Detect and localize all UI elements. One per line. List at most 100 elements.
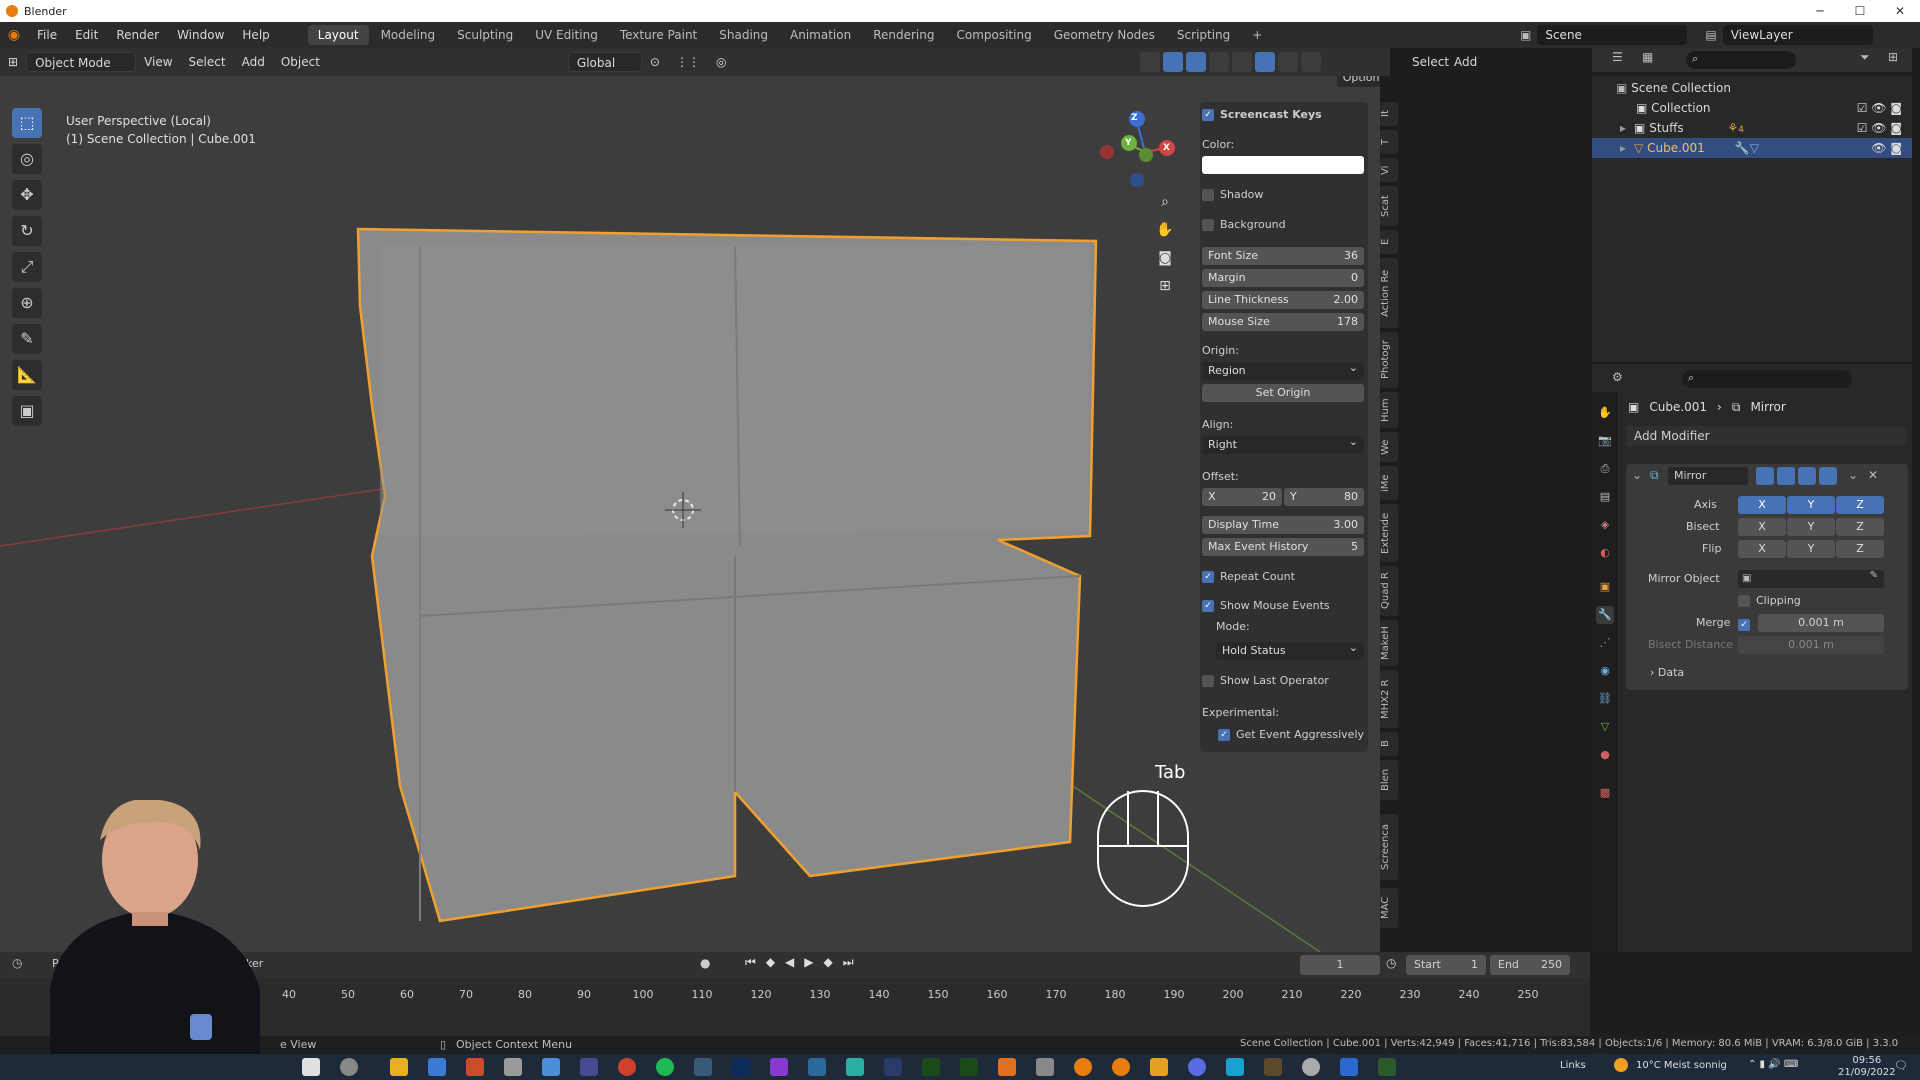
cortana-icon[interactable] — [340, 1058, 358, 1076]
material-shading-icon[interactable] — [1278, 52, 1298, 72]
gizmo-z-label[interactable]: Z — [1131, 113, 1138, 123]
menu-file[interactable]: File — [28, 22, 66, 48]
app-icon-2[interactable] — [504, 1058, 522, 1076]
options-button[interactable]: Options — [1337, 76, 1380, 87]
mode-selector[interactable]: Object Mode — [26, 52, 137, 72]
modifier-name-field[interactable]: Mirror — [1668, 467, 1748, 485]
tab-scripting[interactable]: Scripting — [1167, 25, 1240, 45]
clipping-checkbox[interactable] — [1738, 595, 1750, 607]
discord-icon[interactable] — [1188, 1058, 1206, 1076]
collapse-chevron-icon[interactable]: ⌄ — [1632, 468, 1642, 482]
tab-sculpting[interactable]: Sculpting — [447, 25, 523, 45]
scale-tool-icon[interactable]: ⤢ — [12, 252, 42, 282]
font-size-field[interactable]: Font Size 36 — [1202, 247, 1364, 265]
set-origin-button[interactable]: Set Origin — [1202, 384, 1364, 402]
bisect-x-toggle[interactable]: X — [1738, 518, 1786, 536]
axis-z-toggle[interactable]: Z — [1836, 496, 1884, 514]
app-icon-12[interactable] — [998, 1058, 1016, 1076]
blender-taskbar-icon-2[interactable] — [1112, 1058, 1130, 1076]
scene-selector[interactable]: Scene — [1537, 25, 1688, 45]
tab-animation[interactable]: Animation — [780, 25, 861, 45]
gizmo-x-label[interactable]: X — [1163, 143, 1170, 153]
chrome-icon[interactable] — [618, 1058, 636, 1076]
jump-start-icon[interactable]: ⏮ — [745, 955, 756, 970]
transform-orientation[interactable]: Global — [567, 52, 642, 72]
sidebar-tab-view[interactable]: Vi — [1380, 158, 1398, 182]
mode-dropdown[interactable]: Hold Status — [1216, 639, 1364, 660]
app-icon-17[interactable] — [1302, 1058, 1320, 1076]
zoom-icon[interactable]: ⌕ — [1154, 194, 1176, 222]
rotate-tool-icon[interactable]: ↻ — [12, 216, 42, 246]
constraints-props-icon[interactable]: ⛓ — [1596, 690, 1614, 708]
tab-rendering[interactable]: Rendering — [863, 25, 944, 45]
remove-modifier-icon[interactable]: ✕ — [1868, 468, 1878, 482]
photoshop-icon[interactable] — [732, 1058, 750, 1076]
properties-search-input[interactable]: ⌕ — [1682, 370, 1852, 388]
start-frame-field[interactable]: Start 1 — [1406, 955, 1486, 975]
search-taskbar-icon[interactable] — [302, 1058, 320, 1076]
sidebar-tab-mhx2[interactable]: MHX2 R — [1380, 670, 1398, 728]
repeat-count-checkbox[interactable]: ✓ — [1202, 571, 1214, 583]
file-explorer-icon[interactable] — [390, 1058, 408, 1076]
app-icon-1[interactable] — [466, 1058, 484, 1076]
overlay-toggle-icon[interactable] — [1186, 52, 1206, 72]
app-icon-14[interactable] — [1150, 1058, 1168, 1076]
mouse-size-field[interactable]: Mouse Size 178 — [1202, 313, 1364, 331]
merge-checkbox[interactable]: ✓ — [1738, 619, 1750, 631]
app-icon-15[interactable] — [1226, 1058, 1244, 1076]
show-last-operator-checkbox[interactable] — [1202, 675, 1214, 687]
display-time-field[interactable]: Display Time 3.00 — [1202, 516, 1364, 534]
app-icon-19[interactable] — [1378, 1058, 1396, 1076]
tab-modeling[interactable]: Modeling — [371, 25, 446, 45]
pan-hand-icon[interactable]: ✋ — [1154, 222, 1176, 250]
output-props-icon[interactable]: ⎙ — [1596, 460, 1614, 478]
sidebar-tab-e[interactable]: E — [1380, 230, 1398, 254]
align-dropdown[interactable]: Right — [1202, 433, 1364, 454]
editor-type-icon[interactable]: ⊞ — [0, 52, 26, 72]
app-icon-7[interactable] — [808, 1058, 826, 1076]
sidebar-tab-tool[interactable]: T — [1380, 130, 1398, 154]
viewport-toggle-icon[interactable] — [1798, 467, 1816, 485]
app-icon-4[interactable] — [580, 1058, 598, 1076]
mirror-object-field[interactable]: ▣ ✎ — [1738, 570, 1884, 588]
gizmo-toggle-icon[interactable] — [1163, 52, 1183, 72]
menu-object[interactable]: Object — [273, 52, 328, 72]
texture-props-icon[interactable]: ▩ — [1596, 784, 1614, 802]
outliner-row-collection[interactable]: ▣ Collection ☑ 👁 ◙ — [1592, 98, 1912, 118]
properties-editor-icon[interactable]: ⚙ — [1612, 370, 1623, 384]
outliner-row-scene-collection[interactable]: ▣ Scene Collection — [1592, 78, 1912, 98]
bisect-z-toggle[interactable]: Z — [1836, 518, 1884, 536]
axis-x-toggle[interactable]: X — [1738, 496, 1786, 514]
particles-props-icon[interactable]: ⋰ — [1596, 634, 1614, 652]
outliner-row-cube[interactable]: ▸ ▽ Cube.001 🔧▽ 👁 ◙ — [1592, 138, 1912, 158]
snap-icon[interactable]: ⋮⋮ — [668, 52, 708, 72]
end-frame-field[interactable]: End 250 — [1490, 955, 1570, 975]
app-icon-18[interactable] — [1340, 1058, 1358, 1076]
cursor-tool-icon[interactable]: ◎ — [12, 144, 42, 174]
tool-props-icon[interactable]: ✋ — [1596, 404, 1614, 422]
clock[interactable]: 09:56 21/09/2022 — [1838, 1055, 1896, 1079]
world-props-icon[interactable]: ◐ — [1596, 544, 1614, 562]
shadow-checkbox[interactable] — [1202, 189, 1214, 201]
cage-toggle-icon[interactable] — [1777, 467, 1795, 485]
origin-dropdown[interactable]: Region — [1202, 359, 1364, 380]
store-icon[interactable] — [428, 1058, 446, 1076]
background-checkbox[interactable] — [1202, 219, 1214, 231]
ortho-grid-icon[interactable]: ⊞ — [1154, 278, 1176, 306]
spotify-icon[interactable] — [656, 1058, 674, 1076]
menu-edit[interactable]: Edit — [66, 22, 107, 48]
tab-geometry-nodes[interactable]: Geometry Nodes — [1044, 25, 1165, 45]
display-mode-icon[interactable]: ▦ — [1642, 50, 1653, 64]
render-toggle-icon[interactable] — [1819, 467, 1837, 485]
outliner-editor-icon[interactable]: ☰ — [1612, 50, 1623, 64]
filter-icon[interactable]: ⏷ — [1860, 50, 1870, 65]
record-icon[interactable]: ● — [700, 956, 710, 970]
flip-y-toggle[interactable]: Y — [1787, 540, 1835, 558]
notifications-icon[interactable]: 🗨 — [1894, 1059, 1908, 1072]
sidebar-tab-human[interactable]: Hum — [1380, 392, 1398, 428]
wireframe-shading-icon[interactable] — [1232, 52, 1252, 72]
render-props-icon[interactable]: 📷 — [1596, 432, 1614, 450]
merge-distance-field[interactable]: 0.001 m — [1758, 614, 1884, 632]
show-mouse-events-checkbox[interactable]: ✓ — [1202, 600, 1214, 612]
select-box-icon[interactable]: ⬚ — [12, 108, 42, 138]
